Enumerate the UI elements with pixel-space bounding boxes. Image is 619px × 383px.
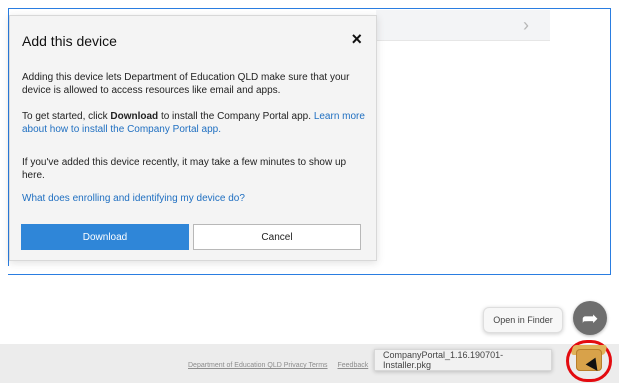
dialog-paragraph-recent: If you've added this device recently, it… xyxy=(22,157,347,181)
footer-links: Department of Education QLD Privacy Term… xyxy=(188,362,376,369)
content-frame-bottom-border xyxy=(8,274,611,275)
enrollment-help-link[interactable]: What does enrolling and identifying my d… xyxy=(22,192,367,205)
content-frame-top-border xyxy=(8,8,611,9)
dialog-paragraph-instructions: To get started, click Download to instal… xyxy=(22,110,367,136)
instructions-prefix: To get started, click xyxy=(22,111,111,122)
download-keyword: Download xyxy=(110,111,159,122)
open-in-finder-button[interactable]: Open in Finder xyxy=(483,307,563,333)
dialog-paragraph-access: Adding this device lets Department of Ed… xyxy=(22,72,350,96)
instructions-middle: to install the Company Portal app. xyxy=(160,111,314,122)
cancel-button[interactable]: Cancel xyxy=(193,224,361,250)
content-frame-right-border xyxy=(610,8,611,274)
chevron-right-icon[interactable]: › xyxy=(523,16,529,34)
download-file-tooltip[interactable]: CompanyPortal_1.16.190701-Installer.pkg xyxy=(374,349,552,371)
download-button[interactable]: Download xyxy=(21,224,189,250)
share-arrow-icon[interactable]: ➦ xyxy=(573,301,607,335)
dialog-title: Add this device xyxy=(22,33,117,49)
privacy-terms-link[interactable]: Department of Education QLD Privacy Term… xyxy=(188,362,328,369)
close-icon[interactable]: × xyxy=(351,29,362,50)
feedback-link[interactable]: Feedback xyxy=(338,362,369,369)
add-device-dialog: Add this device × Adding this device let… xyxy=(9,15,377,261)
